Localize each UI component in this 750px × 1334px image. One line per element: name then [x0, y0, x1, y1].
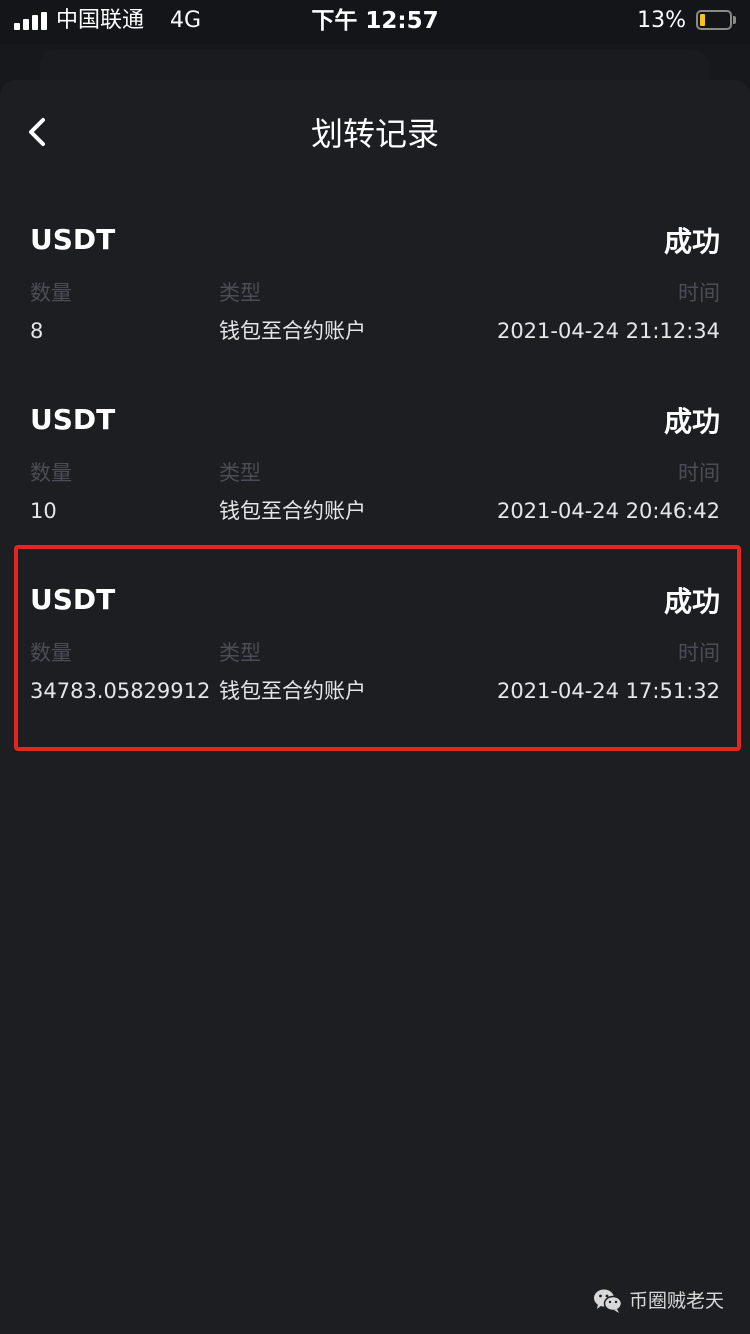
- type-label: 类型: [219, 281, 261, 305]
- sheet-backdrop: [40, 50, 710, 84]
- record-status: 成功: [663, 225, 720, 258]
- transfer-record[interactable]: USDT 成功 数量 类型 时间 10 钱包至合约账户 2021-04-24 2…: [0, 382, 750, 562]
- wechat-icon: [593, 1289, 623, 1313]
- amount-label: 数量: [30, 281, 72, 305]
- record-type: 钱包至合约账户: [219, 499, 366, 523]
- nav-bar: 划转记录: [0, 96, 750, 176]
- record-asset: USDT: [30, 403, 116, 436]
- amount-label: 数量: [30, 461, 72, 485]
- page-title: 划转记录: [310, 115, 439, 153]
- watermark: 币圈贼老天: [593, 1284, 724, 1318]
- type-label: 类型: [219, 461, 261, 485]
- time-label: 时间: [678, 281, 720, 305]
- record-asset: USDT: [30, 223, 116, 256]
- record-amount: 8: [30, 319, 44, 343]
- record-time: 2021-04-24 20:46:42: [496, 499, 720, 523]
- battery-percent: 13%: [637, 8, 686, 33]
- transfer-record[interactable]: USDT 成功 数量 类型 时间 8 钱包至合约账户 2021-04-24 21…: [0, 202, 750, 382]
- screen: 中国联通 4G 下午 12:57 13% 划转记录 USDT 成功 数量 类型 …: [0, 0, 750, 1334]
- record-type: 钱包至合约账户: [219, 319, 366, 343]
- record-amount: 10: [30, 499, 57, 523]
- battery-icon: [696, 10, 736, 30]
- watermark-text: 币圈贼老天: [628, 1290, 724, 1312]
- status-bar: 中国联通 4G 下午 12:57 13%: [0, 0, 750, 44]
- time-label: 时间: [678, 461, 720, 485]
- record-time: 2021-04-24 21:12:34: [496, 319, 720, 343]
- highlight-annotation-box: [14, 545, 741, 751]
- record-status: 成功: [663, 405, 720, 438]
